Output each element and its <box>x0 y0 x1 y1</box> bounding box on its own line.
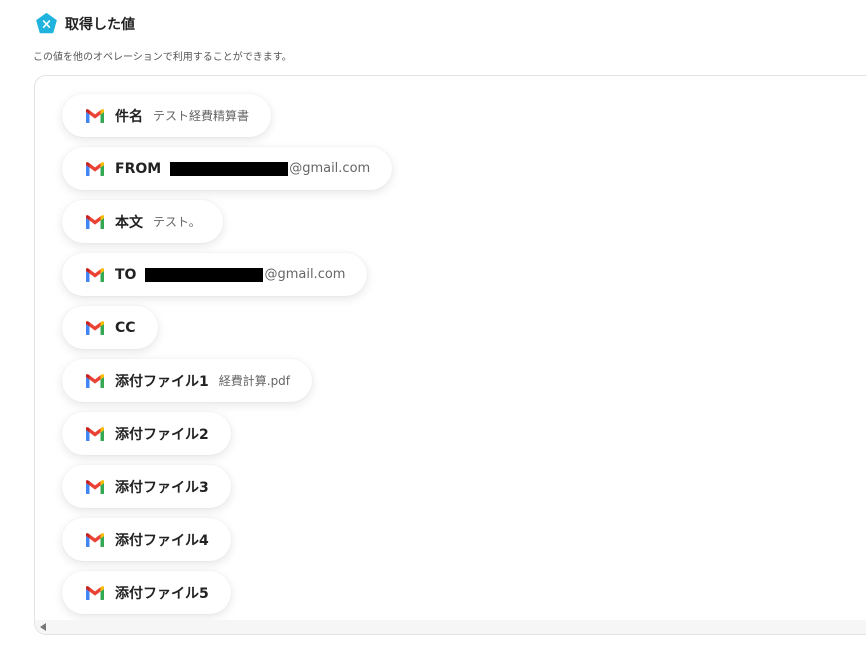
field-chip-from[interactable]: FROM @gmail.com <box>62 147 393 190</box>
field-chip-to[interactable]: TO @gmail.com <box>62 253 368 296</box>
field-label: 添付ファイル5 <box>115 585 209 602</box>
field-label: 添付ファイル3 <box>115 479 209 496</box>
gmail-icon <box>86 586 104 600</box>
field-label: 添付ファイル1 <box>115 373 209 390</box>
section-header: 取得した値 <box>36 13 135 34</box>
field-chip-cc[interactable]: CC <box>62 306 158 349</box>
scroll-left-arrow-icon[interactable] <box>40 623 46 631</box>
field-label: 本文 <box>115 214 143 231</box>
field-label: CC <box>115 319 136 336</box>
email-domain: @gmail.com <box>289 161 371 176</box>
field-chip-subject[interactable]: 件名 テスト経費精算書 <box>62 94 272 137</box>
field-chip-attachment-2[interactable]: 添付ファイル2 <box>62 412 231 455</box>
gmail-icon <box>86 533 104 547</box>
gmail-icon <box>86 215 104 229</box>
field-label: FROM <box>115 160 162 177</box>
gmail-icon <box>86 427 104 441</box>
gmail-icon <box>86 374 104 388</box>
field-label: 添付ファイル2 <box>115 426 209 443</box>
gmail-icon <box>86 109 104 123</box>
field-chip-attachment-4[interactable]: 添付ファイル4 <box>62 518 231 561</box>
section-title: 取得した値 <box>65 16 135 33</box>
redaction-bar <box>145 267 264 282</box>
gmail-icon <box>86 321 104 335</box>
email-domain: @gmail.com <box>264 267 346 282</box>
gmail-icon <box>86 162 104 176</box>
values-panel: 件名 テスト経費精算書 FROM @gmail.com 本文 テスト。 TO @… <box>34 75 866 635</box>
field-value: 経費計算.pdf <box>218 374 291 388</box>
gmail-icon <box>86 480 104 494</box>
x-badge-icon <box>36 13 57 34</box>
field-value: テスト。 <box>153 215 201 229</box>
horizontal-scrollbar[interactable] <box>35 620 866 634</box>
field-label: 件名 <box>115 108 143 125</box>
section-description: この値を他のオペレーションで利用することができます。 <box>33 52 292 63</box>
field-chip-body[interactable]: 本文 テスト。 <box>62 200 223 243</box>
gmail-icon <box>86 268 104 282</box>
field-chip-attachment-5[interactable]: 添付ファイル5 <box>62 571 231 614</box>
field-chip-attachment-1[interactable]: 添付ファイル1 経費計算.pdf <box>62 359 313 402</box>
field-chip-attachment-3[interactable]: 添付ファイル3 <box>62 465 231 508</box>
field-label: TO <box>115 266 137 283</box>
field-label: 添付ファイル4 <box>115 532 209 549</box>
field-value: テスト経費精算書 <box>153 109 250 123</box>
redaction-bar <box>170 161 289 176</box>
